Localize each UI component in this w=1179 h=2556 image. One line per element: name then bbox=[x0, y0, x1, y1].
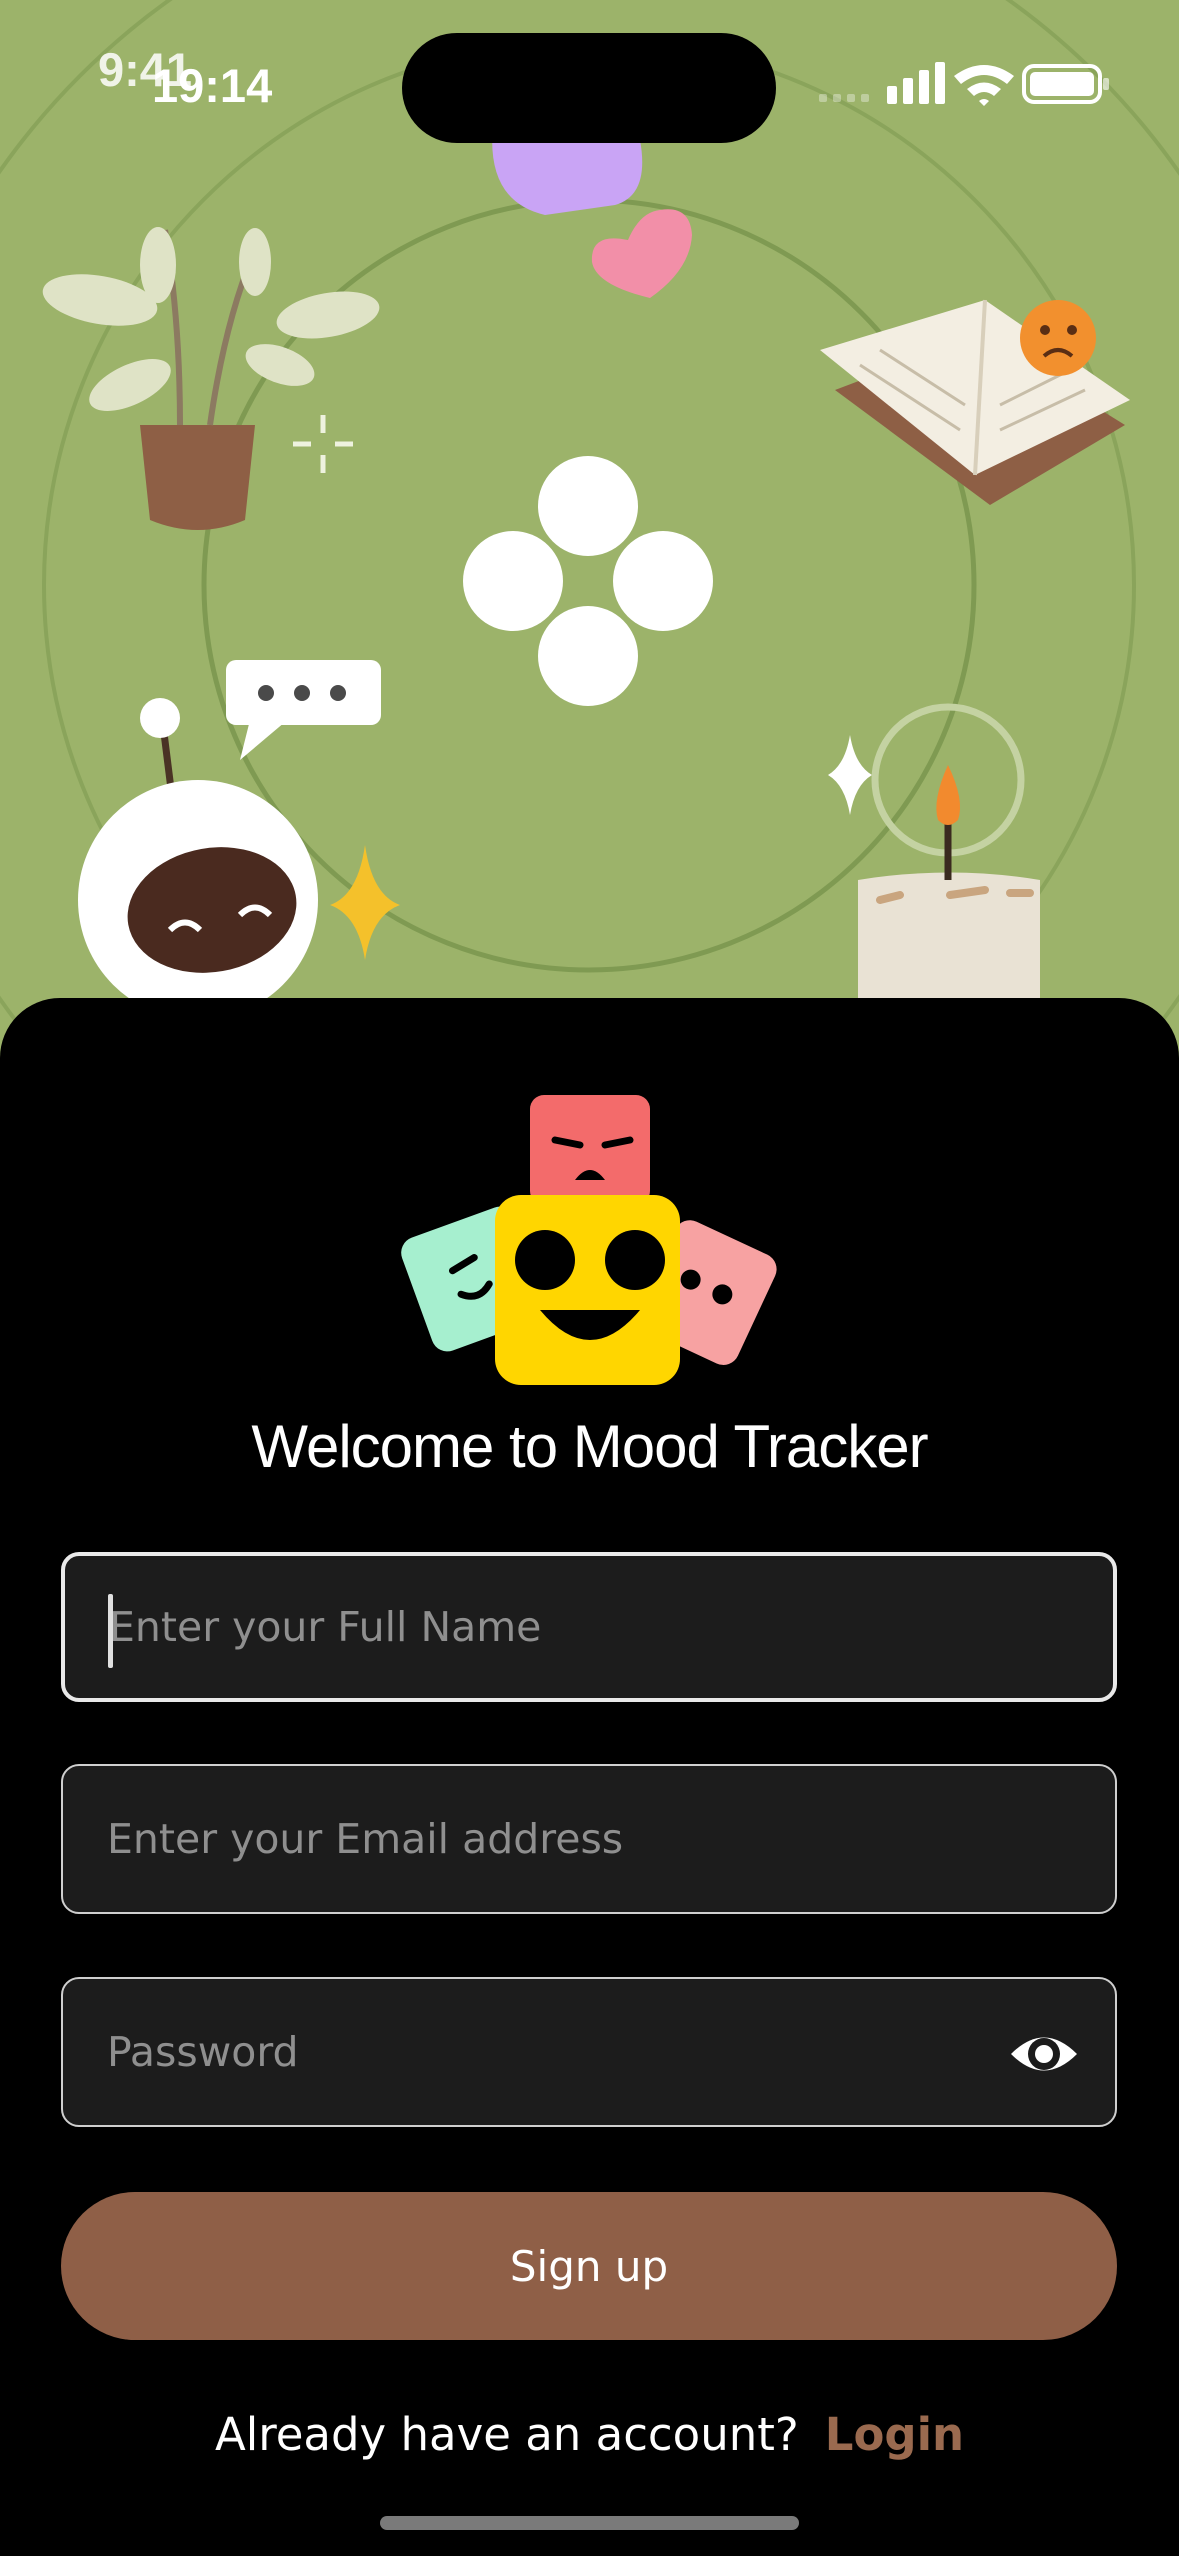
status-icons bbox=[819, 62, 1109, 106]
status-time: 19:14 bbox=[152, 59, 273, 112]
hero-illustration bbox=[0, 0, 1179, 1040]
password-input[interactable] bbox=[107, 1979, 987, 2125]
sad-face-icon bbox=[1020, 300, 1096, 376]
angry-face-icon bbox=[530, 1095, 650, 1205]
text-caret bbox=[108, 1594, 113, 1668]
cellular-signal-icon bbox=[819, 94, 869, 102]
wifi-icon bbox=[954, 65, 1014, 106]
full-name-field[interactable] bbox=[61, 1552, 1117, 1702]
welcome-title: Welcome to Mood Tracker bbox=[251, 1413, 928, 1480]
eye-icon[interactable] bbox=[1009, 2019, 1079, 2089]
login-prompt: Already have an account? Login bbox=[0, 2408, 1179, 2461]
happy-face-icon bbox=[495, 1195, 680, 1385]
cellular-icon bbox=[887, 62, 945, 104]
email-field[interactable] bbox=[61, 1764, 1117, 1914]
signup-screen: 9:41 19:14 Welcome to Mood Tracker Enter… bbox=[0, 0, 1179, 2556]
home-indicator[interactable] bbox=[380, 2516, 799, 2530]
battery-icon bbox=[1022, 64, 1109, 104]
email-input[interactable] bbox=[107, 1766, 987, 1912]
password-field[interactable] bbox=[61, 1977, 1117, 2127]
login-prompt-text: Already have an account? bbox=[214, 2408, 799, 2461]
dynamic-island bbox=[402, 33, 776, 143]
login-link[interactable]: Login bbox=[825, 2408, 964, 2461]
full-name-input[interactable] bbox=[109, 1556, 989, 1698]
signup-button[interactable]: Sign up bbox=[61, 2192, 1117, 2340]
mood-faces-logo bbox=[401, 1095, 777, 1385]
